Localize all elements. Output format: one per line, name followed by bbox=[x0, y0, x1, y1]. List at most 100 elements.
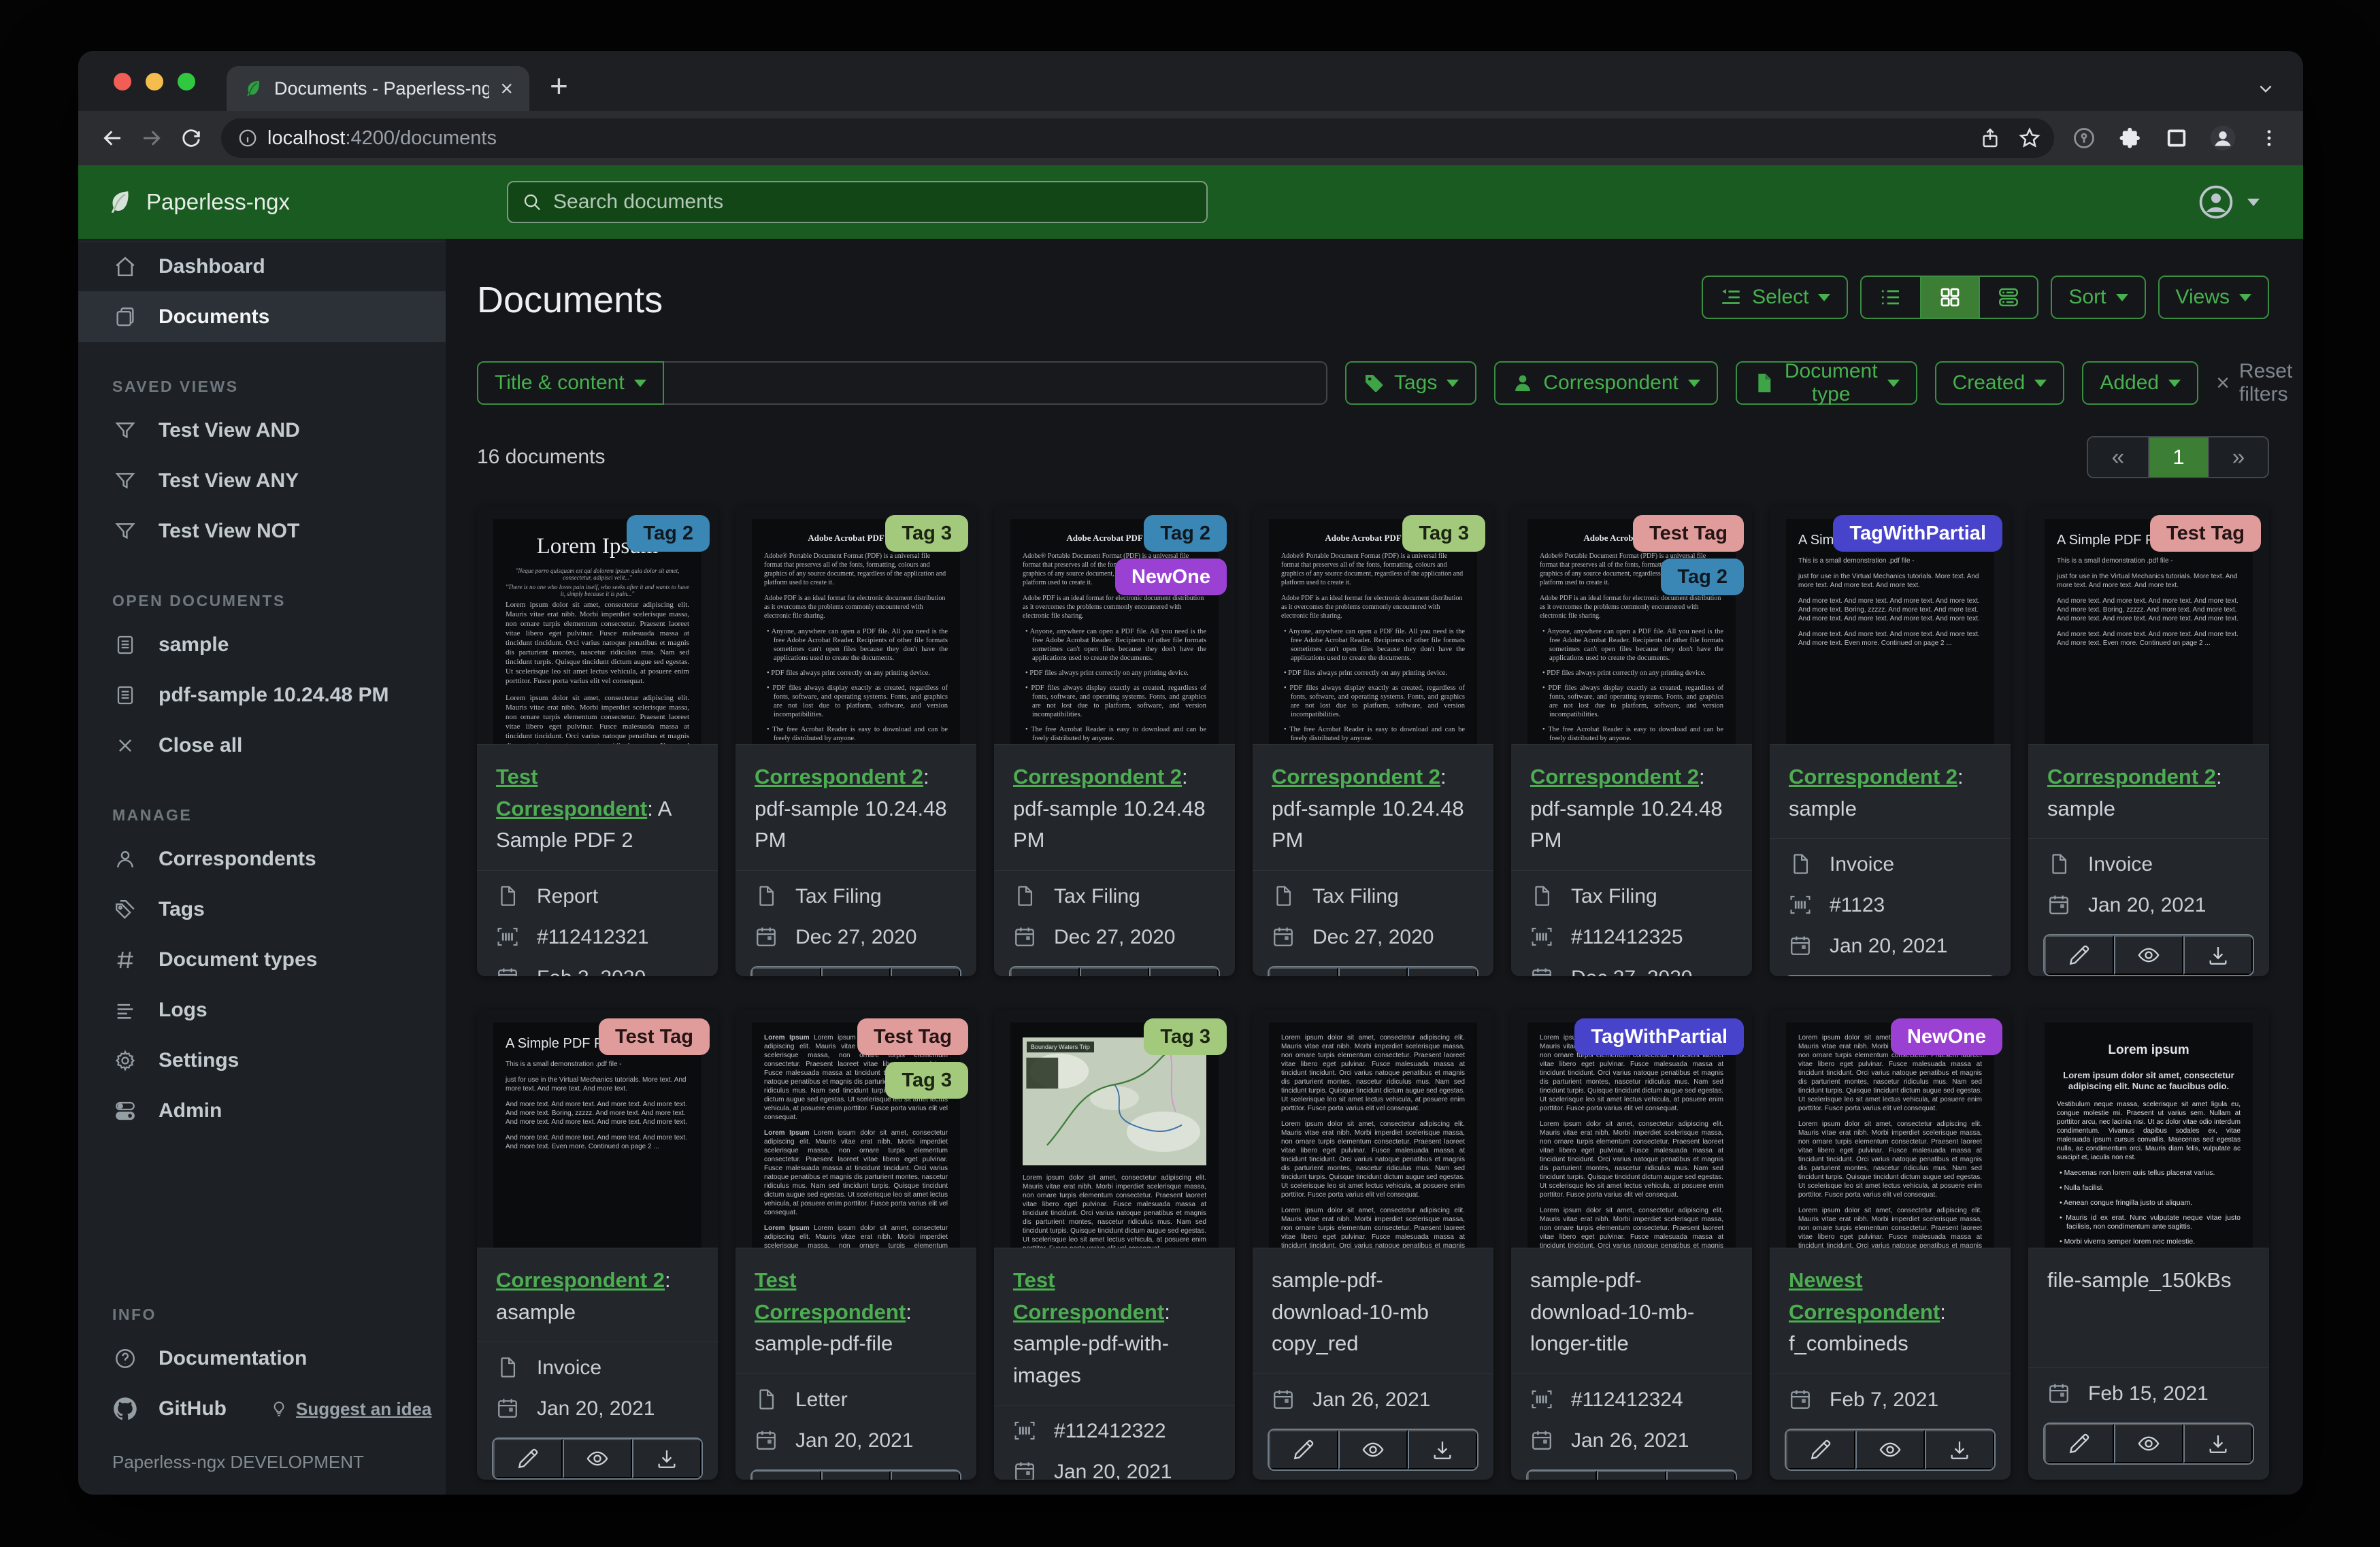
document-thumbnail[interactable]: Adobe Acrobat PDF Files Adobe® Portable D… bbox=[736, 505, 976, 745]
title-content-dropdown-button[interactable]: Title & content bbox=[477, 361, 664, 405]
reset-filters-link[interactable]: × Reset filters bbox=[2216, 360, 2292, 406]
document-card[interactable]: Lorem Ipsum "Neque porro quisquam est qui… bbox=[477, 505, 718, 976]
sidebar-item-logs[interactable]: Logs bbox=[78, 985, 446, 1035]
correspondent-link[interactable]: Correspondent 2 bbox=[755, 765, 923, 788]
download-button[interactable] bbox=[632, 1439, 701, 1478]
tag-badge[interactable]: Tag 2 bbox=[1661, 559, 1744, 595]
tag-badge[interactable]: Tag 3 bbox=[885, 515, 968, 552]
tag-badge[interactable]: TagWithPartial bbox=[1833, 515, 2002, 552]
document-thumbnail[interactable]: Adobe Acrobat PDF Files Adobe® Portable D… bbox=[1253, 505, 1493, 745]
correspondent-link[interactable]: Correspondent 2 bbox=[1013, 765, 1182, 788]
sidebar-item-tags[interactable]: Tags bbox=[78, 884, 446, 935]
document-thumbnail[interactable]: Lorem ipsum Lorem ipsum dolor sit amet, c… bbox=[2028, 1009, 2269, 1248]
global-search[interactable] bbox=[507, 181, 1208, 223]
new-tab-button[interactable]: + bbox=[550, 67, 568, 104]
reload-icon[interactable] bbox=[178, 124, 205, 152]
tag-badge[interactable]: Tag 3 bbox=[885, 1062, 968, 1099]
document-card[interactable]: Adobe Acrobat PDF Files Adobe® Portable D… bbox=[1511, 505, 1752, 976]
preview-button[interactable] bbox=[2114, 935, 2183, 975]
tag-badge[interactable]: NewOne bbox=[1890, 1018, 2002, 1055]
browser-profile-avatar[interactable] bbox=[2209, 124, 2236, 152]
pagination-next-button[interactable]: » bbox=[2208, 437, 2268, 477]
sort-dropdown-button[interactable]: Sort bbox=[2051, 276, 2146, 319]
edit-button[interactable] bbox=[752, 1470, 821, 1480]
download-button[interactable] bbox=[891, 967, 960, 976]
edit-button[interactable] bbox=[1269, 1429, 1338, 1469]
document-card[interactable]: Boundary Waters Trip Lorem ipsum dolor si… bbox=[994, 1009, 1235, 1480]
preview-button[interactable] bbox=[821, 967, 891, 976]
download-button[interactable] bbox=[1149, 967, 1219, 976]
sidebar-item-documentation[interactable]: Documentation bbox=[78, 1333, 446, 1384]
document-card[interactable]: Lorem ipsum Lorem ipsum dolor sit amet, c… bbox=[2028, 1009, 2269, 1480]
tab-close-icon[interactable]: × bbox=[500, 78, 513, 99]
tag-badge[interactable]: Test Tag bbox=[599, 1018, 710, 1055]
preview-button[interactable] bbox=[563, 1439, 632, 1478]
preview-button[interactable] bbox=[1338, 967, 1408, 976]
preview-button[interactable] bbox=[1855, 1429, 1925, 1469]
window-close-button[interactable] bbox=[114, 73, 131, 90]
tag-badge[interactable]: Tag 3 bbox=[1144, 1018, 1227, 1055]
share-icon[interactable] bbox=[1975, 123, 2005, 153]
document-thumbnail[interactable]: Lorem ipsum dolor sit amet, consectetur … bbox=[1770, 1009, 2011, 1248]
document-thumbnail[interactable]: Lorem ipsum dolor sit amet, consectetur … bbox=[1511, 1009, 1752, 1248]
back-icon[interactable] bbox=[99, 124, 126, 152]
preview-button[interactable] bbox=[2114, 1424, 2183, 1463]
user-menu[interactable] bbox=[2197, 183, 2260, 221]
tag-badge[interactable]: NewOne bbox=[1114, 559, 1227, 595]
window-zoom-button[interactable] bbox=[178, 73, 195, 90]
correspondent-link[interactable]: Correspondent 2 bbox=[496, 1268, 665, 1292]
views-dropdown-button[interactable]: Views bbox=[2158, 276, 2269, 319]
added-filter-button[interactable]: Added bbox=[2082, 361, 2199, 405]
tag-badge[interactable]: Test Tag bbox=[857, 1018, 968, 1055]
view-table-button[interactable] bbox=[1862, 277, 1920, 318]
document-thumbnail[interactable]: A Simple PDF FileThis is a small demonst… bbox=[2028, 505, 2269, 745]
view-detail-button[interactable] bbox=[1979, 277, 2037, 318]
bookmark-star-icon[interactable] bbox=[2015, 123, 2045, 153]
sidebar-item-open-doc-pdf-sample[interactable]: pdf-sample 10.24.48 PM bbox=[78, 670, 446, 720]
document-thumbnail[interactable]: Adobe Acrobat PDF Files Adobe® Portable D… bbox=[994, 505, 1235, 745]
document-thumbnail[interactable]: A Simple PDF FileThis is a small demonst… bbox=[477, 1009, 718, 1248]
preview-button[interactable] bbox=[1080, 967, 1149, 976]
preview-button[interactable] bbox=[821, 1470, 891, 1480]
document-card[interactable]: A Simple PDF FileThis is a small demonst… bbox=[477, 1009, 718, 1480]
pagination-page-1[interactable]: 1 bbox=[2148, 437, 2208, 477]
document-thumbnail[interactable]: Lorem Ipsum "Neque porro quisquam est qui… bbox=[477, 505, 718, 745]
forward-icon[interactable] bbox=[138, 124, 165, 152]
document-card[interactable]: A Simple PDF FileThis is a small demonst… bbox=[1770, 505, 2011, 976]
sidebar-item-dashboard[interactable]: Dashboard bbox=[78, 242, 446, 292]
correspondent-link[interactable]: Newest Correspondent bbox=[1789, 1268, 1940, 1324]
tags-filter-button[interactable]: Tags bbox=[1345, 361, 1477, 405]
download-button[interactable] bbox=[2183, 935, 2253, 975]
address-bar[interactable]: localhost:4200/documents bbox=[221, 118, 2054, 158]
sidebar-item-correspondents[interactable]: Correspondents bbox=[78, 834, 446, 884]
document-card[interactable]: Lorem ipsum dolor sit amet, consectetur … bbox=[1511, 1009, 1752, 1480]
document-card[interactable]: Lorem ipsum dolor sit amet, consectetur … bbox=[1770, 1009, 2011, 1480]
edit-button[interactable] bbox=[2045, 1424, 2114, 1463]
sidebar-item-github[interactable]: GitHub Suggest an idea bbox=[78, 1384, 446, 1434]
edit-button[interactable] bbox=[1010, 967, 1080, 976]
tag-badge[interactable]: Tag 2 bbox=[627, 515, 710, 552]
created-filter-button[interactable]: Created bbox=[1934, 361, 2065, 405]
sidebar-item-document-types[interactable]: Document types bbox=[78, 935, 446, 985]
suggest-idea-link[interactable]: Suggest an idea bbox=[270, 1399, 431, 1420]
preview-button[interactable] bbox=[1597, 1470, 1666, 1480]
download-button[interactable] bbox=[1666, 1470, 1736, 1480]
sidebar-item-admin[interactable]: Admin bbox=[78, 1086, 446, 1136]
sidebar-item-documents[interactable]: Documents bbox=[78, 292, 446, 342]
document-card[interactable]: Adobe Acrobat PDF Files Adobe® Portable D… bbox=[1253, 505, 1493, 976]
browser-tab[interactable]: Documents - Paperless-ngx × bbox=[227, 66, 529, 111]
correspondent-link[interactable]: Test Correspondent bbox=[755, 1268, 906, 1324]
correspondent-link[interactable]: Correspondent 2 bbox=[1272, 765, 1440, 788]
download-button[interactable] bbox=[1925, 1429, 1994, 1469]
tag-badge[interactable]: Test Tag bbox=[1633, 515, 1744, 552]
password-manager-icon[interactable] bbox=[2070, 124, 2098, 152]
sidebar-item-close-all[interactable]: Close all bbox=[78, 720, 446, 771]
tag-badge[interactable]: Tag 2 bbox=[1144, 515, 1227, 552]
sidebar-item-test-view-and[interactable]: Test View AND bbox=[78, 405, 446, 456]
edit-button[interactable] bbox=[493, 1439, 563, 1478]
tag-badge[interactable]: Tag 3 bbox=[1402, 515, 1485, 552]
sidebar-item-test-view-not[interactable]: Test View NOT bbox=[78, 506, 446, 556]
sidebar-item-open-doc-sample[interactable]: sample bbox=[78, 620, 446, 670]
correspondent-link[interactable]: Test Correspondent bbox=[1013, 1268, 1164, 1324]
sidebar-item-settings[interactable]: Settings bbox=[78, 1035, 446, 1086]
